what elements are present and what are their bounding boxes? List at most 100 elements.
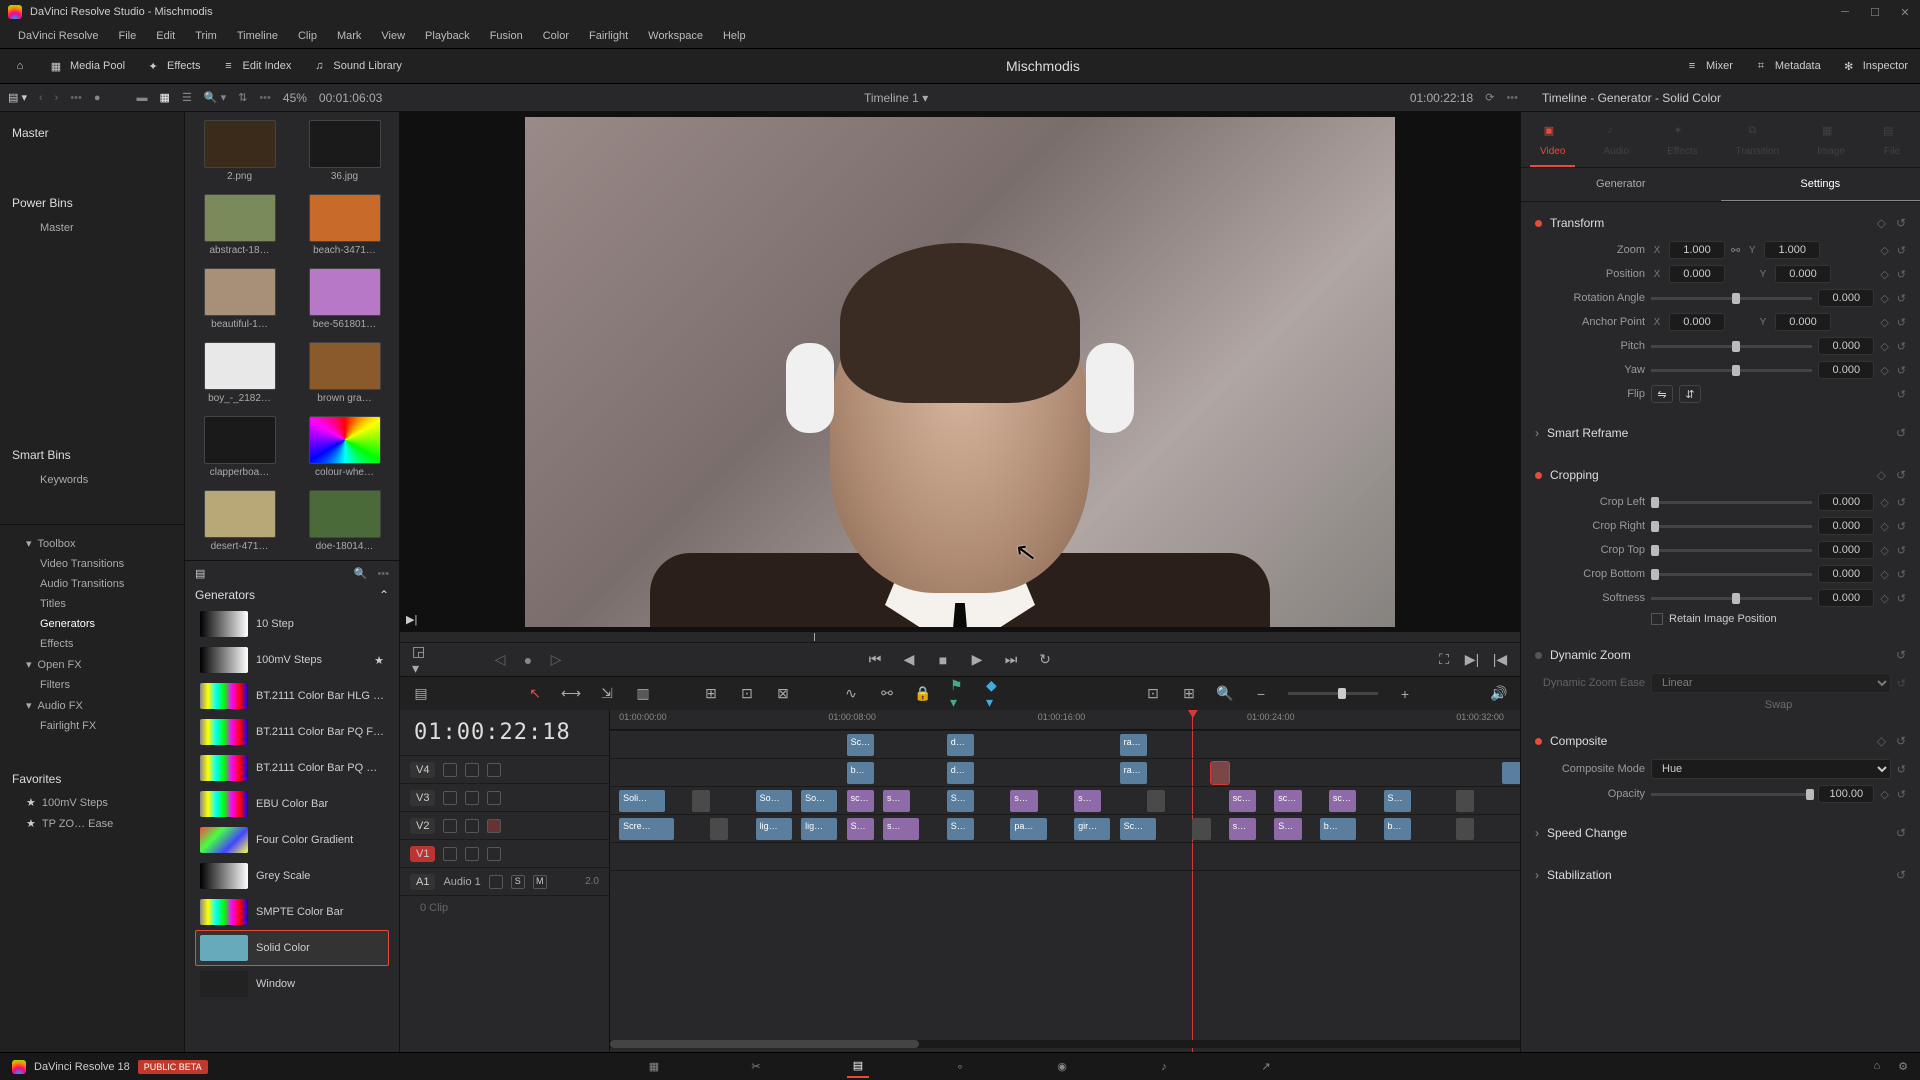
timeline-timecode[interactable]: 01:00:22:18 — [400, 710, 609, 755]
nav-fwd[interactable]: › — [55, 92, 59, 104]
generator-item[interactable]: Window — [195, 966, 389, 1002]
generator-item[interactable]: BT.2111 Color Bar PQ … — [195, 750, 389, 786]
reset-icon[interactable]: ↺ — [1896, 216, 1906, 230]
tree-item[interactable]: Keywords — [12, 470, 172, 490]
crop-bottom-slider[interactable] — [1651, 573, 1812, 576]
clip[interactable] — [1211, 762, 1229, 784]
clip[interactable]: S… — [1384, 790, 1411, 812]
viewer-zoom[interactable]: 45% — [283, 91, 307, 105]
zoom-x-field[interactable]: 1.000 — [1669, 241, 1725, 259]
generator-item[interactable]: EBU Color Bar — [195, 786, 389, 822]
nav-back[interactable]: ‹ — [39, 92, 43, 104]
menu-view[interactable]: View — [371, 30, 415, 42]
fx-search[interactable]: 🔍 — [354, 567, 368, 580]
view-list[interactable]: ☰ — [182, 91, 192, 104]
match-frame-fwd-icon[interactable]: ▷ — [548, 652, 564, 668]
tree-item[interactable]: Video Transitions — [12, 554, 172, 574]
clip[interactable]: b… — [1384, 818, 1411, 840]
menu-color[interactable]: Color — [533, 30, 579, 42]
clip[interactable]: s… — [1010, 790, 1037, 812]
composite-mode-select[interactable]: Hue — [1651, 759, 1891, 779]
ease-select[interactable]: Linear — [1651, 673, 1891, 693]
clip[interactable]: So… — [801, 790, 837, 812]
clip[interactable]: S… — [947, 790, 974, 812]
selection-tool[interactable]: ↖ — [526, 685, 544, 703]
lock-icon[interactable] — [443, 791, 457, 805]
link-icon[interactable]: ⚯ — [1731, 244, 1740, 257]
menu-help[interactable]: Help — [713, 30, 756, 42]
clip-thumb[interactable]: 36.jpg — [300, 120, 389, 182]
pos-y-field[interactable]: 0.000 — [1775, 265, 1831, 283]
sort-button[interactable]: ⇅ — [238, 91, 247, 104]
menu-davinci-resolve[interactable]: DaVinci Resolve — [8, 30, 109, 42]
yaw-field[interactable]: 0.000 — [1818, 361, 1874, 379]
marker-tool[interactable]: ◆ ▾ — [986, 685, 1004, 703]
clip[interactable]: Sc… — [847, 734, 874, 756]
track-enable-icon[interactable] — [487, 763, 501, 777]
fairlight-page[interactable]: ♪ — [1153, 1056, 1175, 1078]
zoom-out-button[interactable]: − — [1252, 685, 1270, 703]
audio-icon[interactable]: 🔊 — [1490, 685, 1508, 703]
clip[interactable]: s… — [883, 790, 910, 812]
tree-item[interactable]: Effects — [12, 634, 172, 654]
clip-thumb[interactable]: colour-whe… — [300, 416, 389, 478]
blade-tool[interactable]: ▥ — [634, 685, 652, 703]
clip[interactable]: ra… — [1120, 762, 1147, 784]
clip-thumb[interactable]: abstract-18… — [195, 194, 284, 256]
edit-index-button[interactable]: ≡Edit Index — [220, 58, 291, 74]
zoom-y-field[interactable]: 1.000 — [1764, 241, 1820, 259]
view-strip[interactable]: ▬ — [137, 92, 148, 104]
clip[interactable]: Sc… — [1120, 818, 1156, 840]
inspector-button[interactable]: ✻Inspector — [1841, 58, 1908, 74]
menu-trim[interactable]: Trim — [185, 30, 227, 42]
replace-tool[interactable]: ⊠ — [774, 685, 792, 703]
match-frame-icon[interactable]: ◁ — [492, 652, 508, 668]
step-back-button[interactable]: ◀ — [901, 652, 917, 668]
favorites-heading[interactable]: Favorites — [12, 766, 172, 792]
deliver-page[interactable]: ↗ — [1255, 1056, 1277, 1078]
menu-fairlight[interactable]: Fairlight — [579, 30, 638, 42]
tree-item[interactable]: Filters — [12, 675, 172, 695]
inspector-tab-effects[interactable]: ✦Effects — [1657, 120, 1707, 167]
link-tool[interactable]: ⚯ — [878, 685, 896, 703]
settings-icon[interactable]: ⚙ — [1898, 1060, 1908, 1073]
close-button[interactable]: ✕ — [1898, 5, 1912, 19]
clip[interactable]: sc… — [1229, 790, 1256, 812]
anchor-y-field[interactable]: 0.000 — [1775, 313, 1831, 331]
clip[interactable]: Soli… — [619, 790, 665, 812]
menu-workspace[interactable]: Workspace — [638, 30, 713, 42]
track-lane[interactable]: Sc…d…ra… — [610, 730, 1520, 758]
prev-edit-icon[interactable]: |◀ — [1492, 652, 1508, 668]
auto-select-icon[interactable] — [465, 847, 479, 861]
viewer-scrubber[interactable] — [400, 632, 1520, 642]
in-out-icon[interactable]: ◲ ▾ — [412, 652, 428, 668]
generator-item[interactable]: 100mV Steps★ — [195, 642, 389, 678]
clip[interactable]: S… — [947, 818, 974, 840]
composite-heading[interactable]: Composite — [1550, 734, 1607, 748]
clip[interactable]: d… — [947, 762, 974, 784]
clip-thumb[interactable]: 2.png — [195, 120, 284, 182]
tree-item[interactable]: Generators — [12, 614, 172, 634]
clip[interactable]: d… — [947, 734, 974, 756]
track-enable-icon[interactable] — [487, 847, 501, 861]
clip[interactable]: Scre… — [619, 818, 674, 840]
flag-tool[interactable]: ⚑ ▾ — [950, 685, 968, 703]
collapse-icon[interactable]: ⌃ — [379, 588, 389, 602]
speed-change-heading[interactable]: Speed Change — [1547, 826, 1627, 840]
crop-right-slider[interactable] — [1651, 525, 1812, 528]
go-start-button[interactable]: ⏮ — [867, 652, 883, 668]
loop-button[interactable]: ↻ — [1037, 652, 1053, 668]
retain-checkbox[interactable] — [1651, 613, 1663, 625]
lock-icon[interactable] — [443, 763, 457, 777]
generator-item[interactable]: Four Color Gradient — [195, 822, 389, 858]
clip[interactable] — [710, 818, 728, 840]
clip-thumb[interactable]: clapperboa… — [195, 416, 284, 478]
track-header[interactable]: V2 — [400, 811, 609, 839]
clip[interactable]: sc… — [1329, 790, 1356, 812]
clip-thumb[interactable]: bee-561801… — [300, 268, 389, 330]
clip-thumb[interactable]: brown gra… — [300, 342, 389, 404]
favorite-item[interactable]: ★ TP ZO… Ease — [12, 813, 172, 834]
clip[interactable]: lig… — [801, 818, 837, 840]
play-button[interactable]: ▶ — [969, 652, 985, 668]
dynamic-trim-tool[interactable]: ⇲ — [598, 685, 616, 703]
